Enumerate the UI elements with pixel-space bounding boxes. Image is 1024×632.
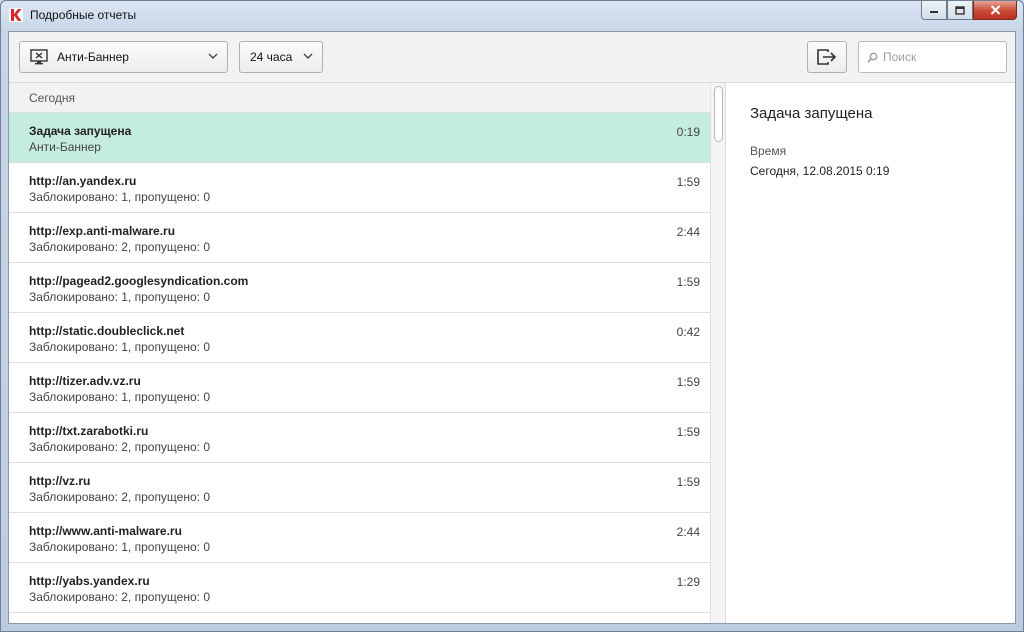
list-item-subtitle: Заблокировано: 2, пропущено: 0 (29, 440, 210, 454)
search-box[interactable] (858, 41, 1007, 73)
list-item-time: 2:44 (676, 525, 700, 539)
list-item-subtitle: Заблокировано: 2, пропущено: 0 (29, 490, 210, 504)
export-button[interactable] (807, 41, 847, 73)
list-item-time: 0:42 (676, 325, 700, 339)
list-item-time: 1:29 (676, 575, 700, 589)
period-dropdown-label: 24 часа (250, 50, 293, 64)
event-rows: Задача запущена Анти-Баннер 0:19 http://an.… (9, 113, 710, 613)
list-item-title: http://static.doubleclick.net (29, 324, 185, 338)
list-item-subtitle: Заблокировано: 1, пропущено: 0 (29, 390, 210, 404)
client-area: Анти-Баннер 24 часа Поиск Сегодня Задача… (8, 31, 1016, 624)
list-item[interactable]: http://www.anti-malware.ru Заблокировано:… (9, 513, 710, 563)
list-item[interactable]: http://static.doubleclick.net Заблокирова… (9, 313, 710, 363)
close-icon (990, 5, 1000, 15)
list-item-title: http://exp.anti-malware.ru (29, 224, 176, 238)
export-icon (817, 49, 837, 65)
window-title: Подробные отчеты (30, 8, 137, 22)
list-item[interactable]: http://an.yandex.ru Заблокировано: 1, про… (9, 163, 710, 213)
list-item-title: http://an.yandex.ru (29, 174, 137, 188)
list-item-time: 1:59 (676, 275, 700, 289)
detail-field-value: Сегодня, 12.08.2015 0:19 (750, 164, 890, 178)
list-item-title: http://yabs.yandex.ru (29, 574, 150, 588)
list-item-subtitle: Заблокировано: 2, пропущено: 0 (29, 240, 210, 254)
list-item-time: 1:59 (676, 425, 700, 439)
list-item[interactable]: http://yabs.yandex.ru Заблокировано: 2, п… (9, 563, 710, 613)
list-item-subtitle: Заблокировано: 1, пропущено: 0 (29, 190, 210, 204)
event-list: Сегодня Задача запущена Анти-Баннер 0:19 ht… (9, 83, 710, 623)
scrollbar-thumb[interactable] (714, 86, 723, 142)
category-dropdown[interactable]: Анти-Баннер (19, 41, 228, 73)
kaspersky-logo-icon (9, 8, 23, 22)
category-dropdown-label: Анти-Баннер (57, 50, 129, 64)
close-button[interactable] (973, 1, 1017, 20)
list-item-time: 1:59 (676, 175, 700, 189)
window-controls (921, 1, 1017, 20)
list-item-time: 2:44 (676, 225, 700, 239)
minimize-button[interactable] (921, 1, 947, 20)
list-item[interactable]: http://pagead2.googlesyndication.com Забл… (9, 263, 710, 313)
list-item-time: 0:19 (676, 125, 700, 139)
list-item[interactable]: http://tizer.adv.vz.ru Заблокировано: 1, … (9, 363, 710, 413)
list-item-subtitle: Заблокировано: 2, пропущено: 0 (29, 590, 210, 604)
list-item-title: Задача запущена (29, 124, 132, 138)
list-item[interactable]: http://vz.ru Заблокировано: 2, пропущено:… (9, 463, 710, 513)
toolbar: Анти-Баннер 24 часа (9, 32, 1015, 83)
report-window: Подробные отчеты Анти-Баннер 24 часа Пои… (0, 0, 1024, 632)
list-item-title: http://www.anti-malware.ru (29, 524, 182, 538)
chevron-down-icon (303, 53, 313, 59)
list-item-subtitle: Анти-Баннер (29, 140, 101, 154)
list-item-title: http://vz.ru (29, 474, 91, 488)
title-bar[interactable]: Подробные отчеты (1, 1, 1023, 31)
list-item-title: http://pagead2.googlesyndication.com (29, 274, 249, 288)
list-scrollbar[interactable] (710, 83, 726, 623)
search-input[interactable] (883, 50, 993, 64)
detail-pane: Задача запущена Время Сегодня, 12.08.201… (726, 83, 1015, 623)
list-item[interactable]: http://txt.zarabotki.ru Заблокировано: 2,… (9, 413, 710, 463)
list-item[interactable]: http://exp.anti-malware.ru Заблокировано:… (9, 213, 710, 263)
list-item-time: 1:59 (676, 375, 700, 389)
list-item[interactable]: Задача запущена Анти-Баннер 0:19 (9, 113, 710, 163)
search-icon (867, 52, 878, 63)
period-dropdown[interactable]: 24 часа (239, 41, 323, 73)
list-item-title: http://tizer.adv.vz.ru (29, 374, 141, 388)
list-item-subtitle: Заблокировано: 1, пропущено: 0 (29, 540, 210, 554)
chevron-down-icon (208, 53, 218, 59)
maximize-icon (955, 5, 965, 15)
detail-title: Задача запущена (750, 105, 873, 122)
maximize-button[interactable] (947, 1, 973, 20)
list-item-subtitle: Заблокировано: 1, пропущено: 0 (29, 290, 210, 304)
monitor-x-icon (30, 49, 48, 65)
list-item-title: http://txt.zarabotki.ru (29, 424, 149, 438)
section-header-today: Сегодня (9, 83, 710, 113)
list-item-subtitle: Заблокировано: 1, пропущено: 0 (29, 340, 210, 354)
detail-field-label: Время (750, 144, 787, 158)
minimize-icon (930, 11, 938, 13)
list-item-time: 1:59 (676, 475, 700, 489)
